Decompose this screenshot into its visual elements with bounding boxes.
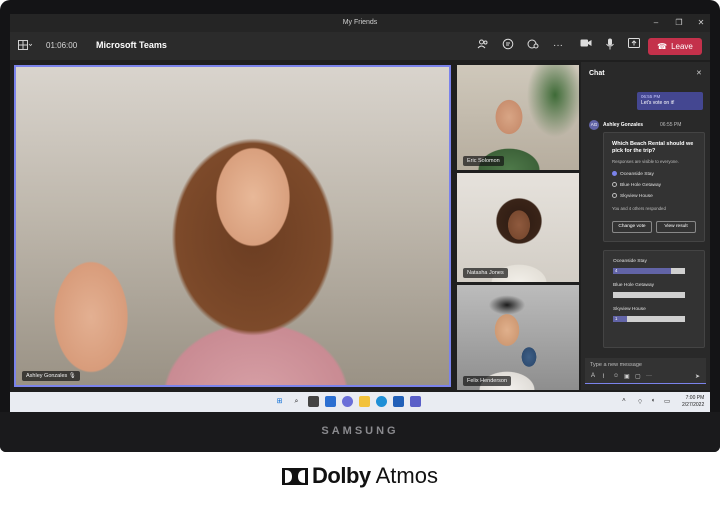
- poll-results: Oceanside Stay 4 Blue Hole Getaway Skyvi…: [603, 250, 705, 348]
- mic-icon: 🎙: [68, 373, 76, 379]
- search-icon[interactable]: ⌕: [291, 396, 302, 407]
- reactions-icon[interactable]: [525, 38, 541, 54]
- result-bar: [613, 292, 685, 298]
- message-compose[interactable]: Type a new message A ⌇ ☺ ▣ ▢ ··· ➤: [585, 358, 706, 384]
- poll-question: Which Beach Rental should we pick for th…: [612, 141, 694, 154]
- result-label: Blue Hole Getaway: [613, 283, 655, 288]
- leave-label: Leave: [671, 42, 693, 51]
- taskbar: ⊞ ⌕ ˄ ⌔ ◖ ▭ 7:00 PM 2/27/2022: [10, 392, 710, 412]
- store-icon[interactable]: [393, 396, 404, 407]
- result-bar: 4: [613, 268, 685, 274]
- sticker-icon[interactable]: ▢: [635, 373, 641, 380]
- call-timer: 01:06:00: [46, 41, 78, 50]
- chevron-up-icon[interactable]: ˄: [622, 397, 626, 404]
- maximize-icon[interactable]: ❐: [673, 17, 685, 29]
- change-vote-button[interactable]: Change vote: [612, 221, 652, 233]
- sender-name: Ashley Gonzales: [603, 122, 644, 128]
- poll-response-count: You and 4 others responded: [612, 206, 666, 211]
- task-view-icon[interactable]: [308, 396, 319, 407]
- grid-icon[interactable]: [18, 40, 33, 52]
- clock-time: 7:00 PM: [685, 395, 705, 401]
- result-votes: 1: [615, 316, 618, 321]
- result-bar: 1: [613, 316, 685, 322]
- close-icon[interactable]: ✕: [695, 17, 707, 29]
- view-result-button[interactable]: View result: [656, 221, 696, 233]
- file-explorer-icon[interactable]: [359, 396, 370, 407]
- message-time: 06:55 PM: [660, 122, 682, 128]
- teams-icon[interactable]: [410, 396, 421, 407]
- participant-name-label: Ashley Gonzales 🎙: [22, 371, 80, 381]
- avatar: AG: [589, 120, 599, 130]
- wifi-icon[interactable]: ⌔: [637, 397, 643, 406]
- device-brand: SAMSUNG: [321, 425, 399, 437]
- start-icon[interactable]: ⊞: [274, 396, 285, 407]
- minimize-icon[interactable]: –: [650, 17, 662, 29]
- participant-name-label: Natasha Jones: [463, 268, 508, 278]
- message-text: Let's vote on it!: [641, 100, 675, 106]
- clock-date: 2/27/2022: [682, 401, 705, 408]
- camera-icon[interactable]: [578, 38, 594, 54]
- meeting-toolbar: 01:06:00 Microsoft Teams ··· ☎ Leave: [10, 32, 710, 60]
- edge-icon[interactable]: [376, 396, 387, 407]
- result-label: Oceanside Stay: [613, 259, 647, 264]
- attach-icon[interactable]: ⌇: [602, 373, 605, 380]
- poll-option[interactable]: Blue Hole Getaway: [612, 182, 661, 188]
- widgets-icon[interactable]: [325, 396, 336, 407]
- window-titlebar: My Friends – ❐ ✕: [10, 14, 710, 32]
- chat-title: Chat: [589, 70, 605, 77]
- dolby-word: Dolby: [312, 463, 371, 488]
- poll-card: Which Beach Rental should we pick for th…: [603, 132, 705, 242]
- window-title: My Friends: [342, 19, 378, 26]
- participant-name-label: Felix Henderson: [463, 376, 512, 386]
- volume-icon[interactable]: ◖: [651, 397, 655, 404]
- battery-icon[interactable]: ▭: [664, 397, 670, 405]
- app-name: Microsoft Teams: [96, 40, 167, 50]
- gif-icon[interactable]: ▣: [624, 373, 630, 380]
- participant-name-label: Eric Solomon: [463, 156, 504, 166]
- poll-option[interactable]: Skyview House: [612, 193, 653, 199]
- dolby-double-d-icon: [282, 468, 308, 485]
- video-tile[interactable]: Natasha Jones: [457, 173, 579, 282]
- radio-icon: [612, 193, 617, 198]
- radio-icon: [612, 182, 617, 187]
- chat-panel: Chat ✕ 06:55 PM Let's vote on it! AG Ash…: [581, 62, 710, 390]
- more-icon[interactable]: ···: [550, 38, 566, 54]
- poll-option[interactable]: Oceanside Stay: [612, 171, 654, 177]
- result-label: Skyview House: [613, 307, 646, 312]
- radio-selected-icon: [612, 171, 617, 176]
- more-icon[interactable]: ···: [646, 373, 652, 379]
- emoji-icon[interactable]: ☺: [613, 373, 619, 379]
- poll-note: Responses are visible to everyone.: [612, 159, 679, 164]
- result-votes: 4: [615, 268, 618, 273]
- dolby-atmos-logo: Dolby Atmos: [0, 463, 720, 493]
- share-icon[interactable]: [626, 38, 642, 54]
- result-fill: [613, 268, 671, 274]
- compose-placeholder: Type a new message: [590, 362, 642, 368]
- video-tile[interactable]: Felix Henderson: [457, 285, 579, 390]
- laptop-frame: My Friends – ❐ ✕ 01:06:00 Microsoft Team…: [0, 0, 720, 452]
- mic-icon[interactable]: [602, 38, 618, 54]
- clock[interactable]: 7:00 PM 2/27/2022: [682, 395, 704, 408]
- people-icon[interactable]: [475, 38, 491, 54]
- chat-icon[interactable]: [342, 396, 353, 407]
- main-video[interactable]: Ashley Gonzales 🎙: [14, 65, 451, 387]
- leave-button[interactable]: ☎ Leave: [648, 38, 702, 55]
- chat-icon[interactable]: [500, 38, 516, 54]
- own-message: 06:55 PM Let's vote on it!: [637, 92, 703, 110]
- message-time: 06:55 PM: [641, 94, 661, 99]
- close-icon[interactable]: ✕: [696, 69, 702, 77]
- send-icon[interactable]: ➤: [695, 373, 700, 380]
- screen: My Friends – ❐ ✕ 01:06:00 Microsoft Team…: [10, 14, 710, 412]
- phone-hangup-icon: ☎: [657, 42, 668, 51]
- atmos-word: Atmos: [375, 463, 438, 488]
- format-icon[interactable]: A: [591, 373, 595, 379]
- video-tile[interactable]: Eric Solomon: [457, 65, 579, 170]
